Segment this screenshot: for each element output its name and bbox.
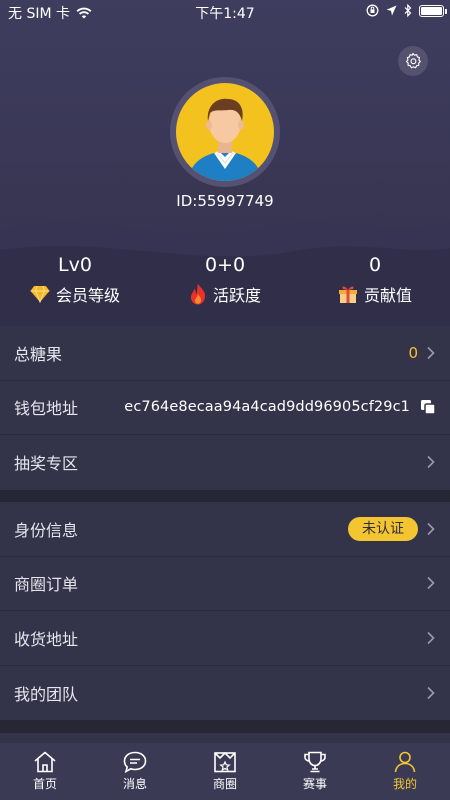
chevron-right-icon (427, 346, 435, 359)
row-label: 钱包地址 (14, 399, 79, 419)
stat-member-level[interactable]: Lv0 会员等级 (0, 252, 150, 306)
chevron-right-icon (427, 631, 435, 644)
row-shipping-address[interactable]: 收货地址 (0, 611, 450, 666)
copy-icon[interactable] (420, 399, 436, 415)
chevron-right-icon (427, 522, 435, 535)
row-label: 抽奖专区 (14, 454, 79, 474)
stats-row: Lv0 会员等级 0+0 活跃度 0 贡献值 (0, 252, 450, 312)
row-label: 身份信息 (14, 520, 79, 540)
settings-button[interactable] (398, 46, 428, 76)
row-shop-orders[interactable]: 商圈订单 (0, 557, 450, 611)
gift-icon (338, 286, 357, 303)
tab-label: 消息 (122, 777, 147, 791)
chevron-right-icon (427, 577, 435, 590)
row-label: 我的团队 (14, 684, 79, 704)
tab-label: 我的 (392, 777, 417, 791)
status-bar: 无 SIM 卡 下午1:47 (0, 0, 450, 24)
row-total-candy[interactable]: 总糖果 0 (0, 326, 450, 381)
candy-value: 0 (408, 343, 418, 362)
tab-home[interactable]: 首页 (0, 743, 90, 800)
location-arrow-icon (386, 5, 397, 16)
section-divider (0, 490, 450, 502)
battery-icon (419, 4, 447, 17)
row-wallet-address[interactable]: 钱包地址 ec764e8ecaa94a4cad9dd96905cf29c1 (0, 381, 450, 435)
stat-label: 会员等级 (55, 286, 120, 305)
status-badge: 未认证 (348, 516, 418, 541)
person-icon (394, 751, 416, 773)
personal-section: 身份信息 未认证 商圈订单 收货地址 我的团队 (0, 502, 450, 720)
section-stub (0, 733, 450, 743)
gear-icon (405, 52, 421, 69)
row-identity-info[interactable]: 身份信息 未认证 (0, 502, 450, 557)
flame-icon (190, 283, 206, 305)
row-lottery-zone[interactable]: 抽奖专区 (0, 435, 450, 490)
chevron-right-icon (427, 686, 435, 699)
stat-label: 活跃度 (212, 286, 261, 305)
tab-shop[interactable]: 商圈 (180, 743, 270, 800)
shop-icon (214, 751, 236, 773)
orientation-lock-icon (366, 4, 379, 17)
stat-label: 贡献值 (363, 286, 412, 305)
stat-value: Lv0 (58, 254, 92, 276)
tab-events[interactable]: 赛事 (270, 743, 360, 800)
trophy-icon (304, 751, 326, 773)
account-section: 总糖果 0 钱包地址 ec764e8ecaa94a4cad9dd96905cf2… (0, 326, 450, 490)
tab-mine[interactable]: 我的 (360, 743, 450, 800)
tab-label: 首页 (32, 777, 57, 791)
chevron-right-icon (427, 456, 435, 469)
section-divider (0, 720, 450, 733)
stat-activity[interactable]: 0+0 活跃度 (150, 252, 300, 306)
avatar[interactable] (170, 77, 280, 187)
bluetooth-icon (404, 4, 412, 17)
stat-contribution[interactable]: 0 贡献值 (300, 252, 450, 306)
message-icon (123, 751, 147, 773)
wallet-address-value: ec764e8ecaa94a4cad9dd96905cf29c1 (124, 399, 410, 416)
home-icon (34, 751, 56, 773)
row-label: 商圈订单 (14, 575, 79, 595)
stat-value: 0 (368, 254, 382, 276)
tab-label: 赛事 (302, 777, 327, 791)
row-my-team[interactable]: 我的团队 (0, 666, 450, 721)
row-label: 收货地址 (14, 629, 79, 649)
stat-value: 0+0 (204, 254, 246, 276)
tab-messages[interactable]: 消息 (90, 743, 180, 800)
user-id: ID:55997749 (176, 192, 274, 210)
profile-header: 无 SIM 卡 下午1:47 ID:55997749 Lv0 会员等级 0+0 … (0, 0, 450, 326)
bottom-tab-bar: 首页 消息 商圈 赛事 我的 (0, 743, 450, 800)
user-avatar-icon (176, 83, 274, 181)
tab-label: 商圈 (212, 777, 237, 791)
row-label: 总糖果 (14, 344, 63, 364)
diamond-icon (30, 285, 50, 303)
